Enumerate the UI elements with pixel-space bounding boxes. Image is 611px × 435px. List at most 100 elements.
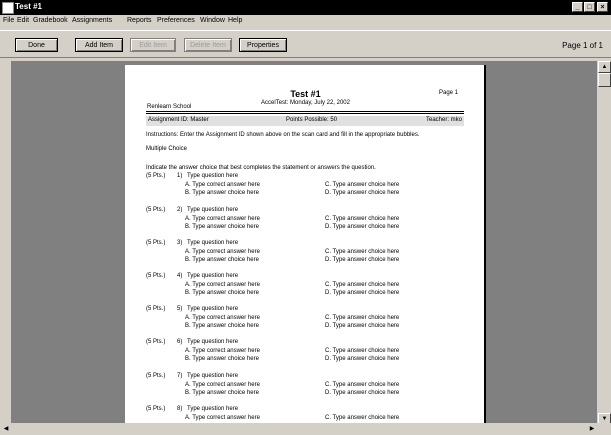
instructions: Instructions: Enter the Assignment ID sh… <box>146 132 420 138</box>
question-text[interactable]: Type question here <box>187 406 238 412</box>
menu-window[interactable]: Window <box>200 17 225 24</box>
question-points: (5 Pts.) <box>146 207 166 213</box>
answer-choice-d[interactable]: D. Type answer choice here <box>325 323 399 329</box>
answer-choice-d[interactable]: D. Type answer choice here <box>325 190 399 196</box>
answer-choice-c[interactable]: C. Type answer choice here <box>325 282 399 288</box>
points-possible: Points Possible: 50 <box>286 117 338 123</box>
question-text[interactable]: Type question here <box>187 240 238 246</box>
menu-gradebook[interactable]: Gradebook <box>33 17 68 24</box>
question-item[interactable]: (5 Pts.) 8) Type question here A. Type c… <box>125 406 484 423</box>
section-indication: Indicate the answer choice that best com… <box>146 165 376 171</box>
answer-choice-a[interactable]: A. Type correct answer here <box>185 182 260 188</box>
paper-page-number: Page 1 <box>439 90 459 96</box>
answer-choice-a[interactable]: A. Type correct answer here <box>185 415 260 421</box>
answer-choice-d[interactable]: D. Type answer choice here <box>325 390 399 396</box>
menu-assignments[interactable]: Assignments <box>72 17 112 24</box>
question-text[interactable]: Type question here <box>187 339 238 345</box>
menu-bar: File Edit Gradebook Assignments Reports … <box>0 15 611 29</box>
done-button[interactable]: Done <box>15 38 58 52</box>
horizontal-scrollbar[interactable]: ◀ ▶ <box>0 423 598 435</box>
answer-choice-a[interactable]: A. Type correct answer here <box>185 315 260 321</box>
menu-reports[interactable]: Reports <box>127 17 152 24</box>
question-number: 8) <box>177 406 183 412</box>
close-button[interactable]: × <box>597 2 608 12</box>
menu-edit[interactable]: Edit <box>17 17 29 24</box>
menu-file[interactable]: File <box>3 17 14 24</box>
question-item[interactable]: (5 Pts.) 2) Type question here A. Type c… <box>125 207 484 237</box>
question-points: (5 Pts.) <box>146 339 166 345</box>
answer-choice-b[interactable]: B. Type answer choice here <box>185 224 259 230</box>
question-item[interactable]: (5 Pts.) 4) Type question here A. Type c… <box>125 273 484 303</box>
scroll-thumb[interactable] <box>598 73 611 87</box>
edit-item-button[interactable]: Edit Item <box>130 38 176 52</box>
answer-choice-b[interactable]: B. Type answer choice here <box>185 190 259 196</box>
scroll-right-arrow-icon[interactable]: ▶ <box>586 423 598 435</box>
test-paper: Test #1 Page 1 AccelTest: Monday, July 2… <box>125 65 486 423</box>
title-bar: Test #1 _ □ × <box>0 0 611 15</box>
answer-choice-b[interactable]: B. Type answer choice here <box>185 257 259 263</box>
answer-choice-c[interactable]: C. Type answer choice here <box>325 382 399 388</box>
vertical-scrollbar[interactable]: ▲ ▼ <box>598 61 611 425</box>
question-item[interactable]: (5 Pts.) 7) Type question here A. Type c… <box>125 373 484 403</box>
minimize-button[interactable]: _ <box>572 2 583 12</box>
scroll-up-arrow-icon[interactable]: ▲ <box>598 61 611 73</box>
answer-choice-a[interactable]: A. Type correct answer here <box>185 348 260 354</box>
properties-button[interactable]: Properties <box>239 38 287 52</box>
school-name: Renlearn School <box>147 104 192 110</box>
header-rule <box>146 111 464 112</box>
answer-choice-b[interactable]: B. Type answer choice here <box>185 323 259 329</box>
answer-choice-d[interactable]: D. Type answer choice here <box>325 356 399 362</box>
question-item[interactable]: (5 Pts.) 3) Type question here A. Type c… <box>125 240 484 270</box>
question-number: 7) <box>177 373 183 379</box>
question-number: 1) <box>177 173 183 179</box>
question-points: (5 Pts.) <box>146 273 166 279</box>
answer-choice-c[interactable]: C. Type answer choice here <box>325 315 399 321</box>
answer-choice-c[interactable]: C. Type answer choice here <box>325 348 399 354</box>
answer-choice-c[interactable]: C. Type answer choice here <box>325 182 399 188</box>
question-number: 4) <box>177 273 183 279</box>
delete-item-button[interactable]: Delete Item <box>184 38 232 52</box>
answer-choice-c[interactable]: C. Type answer choice here <box>325 415 399 421</box>
menu-help[interactable]: Help <box>228 17 242 24</box>
teacher-name: Teacher: mko <box>425 117 462 123</box>
question-text[interactable]: Type question here <box>187 373 238 379</box>
app-icon <box>2 2 14 14</box>
question-text[interactable]: Type question here <box>187 207 238 213</box>
assignment-info-band: Assignment ID: Master Points Possible: 5… <box>146 116 464 126</box>
window-title: Test #1 <box>15 2 42 11</box>
section-heading: Multiple Choice <box>146 146 188 152</box>
answer-choice-c[interactable]: C. Type answer choice here <box>325 216 399 222</box>
paper-title: Test #1 <box>290 89 321 99</box>
question-number: 3) <box>177 240 183 246</box>
question-points: (5 Pts.) <box>146 240 166 246</box>
answer-choice-c[interactable]: C. Type answer choice here <box>325 249 399 255</box>
question-item[interactable]: (5 Pts.) 6) Type question here A. Type c… <box>125 339 484 369</box>
question-item[interactable]: (5 Pts.) 1) Type question here A. Type c… <box>125 173 484 203</box>
question-points: (5 Pts.) <box>146 406 166 412</box>
question-item[interactable]: (5 Pts.) 5) Type question here A. Type c… <box>125 306 484 336</box>
answer-choice-d[interactable]: D. Type answer choice here <box>325 224 399 230</box>
scroll-left-arrow-icon[interactable]: ◀ <box>0 423 12 435</box>
question-text[interactable]: Type question here <box>187 306 238 312</box>
question-text[interactable]: Type question here <box>187 273 238 279</box>
answer-choice-d[interactable]: D. Type answer choice here <box>325 290 399 296</box>
add-item-button[interactable]: Add Item <box>75 38 123 52</box>
answer-choice-a[interactable]: A. Type correct answer here <box>185 382 260 388</box>
question-number: 6) <box>177 339 183 345</box>
answer-choice-b[interactable]: B. Type answer choice here <box>185 290 259 296</box>
answer-choice-d[interactable]: D. Type answer choice here <box>325 257 399 263</box>
restore-button[interactable]: □ <box>584 2 595 12</box>
question-text[interactable]: Type question here <box>187 173 238 179</box>
answer-choice-a[interactable]: A. Type correct answer here <box>185 216 260 222</box>
question-points: (5 Pts.) <box>146 306 166 312</box>
answer-choice-a[interactable]: A. Type correct answer here <box>185 282 260 288</box>
answer-choice-a[interactable]: A. Type correct answer here <box>185 249 260 255</box>
page-indicator: Page 1 of 1 <box>562 41 603 50</box>
question-number: 2) <box>177 207 183 213</box>
menu-preferences[interactable]: Preferences <box>157 17 195 24</box>
question-points: (5 Pts.) <box>146 373 166 379</box>
question-points: (5 Pts.) <box>146 173 166 179</box>
header-rule <box>146 113 464 114</box>
answer-choice-b[interactable]: B. Type answer choice here <box>185 356 259 362</box>
answer-choice-b[interactable]: B. Type answer choice here <box>185 390 259 396</box>
